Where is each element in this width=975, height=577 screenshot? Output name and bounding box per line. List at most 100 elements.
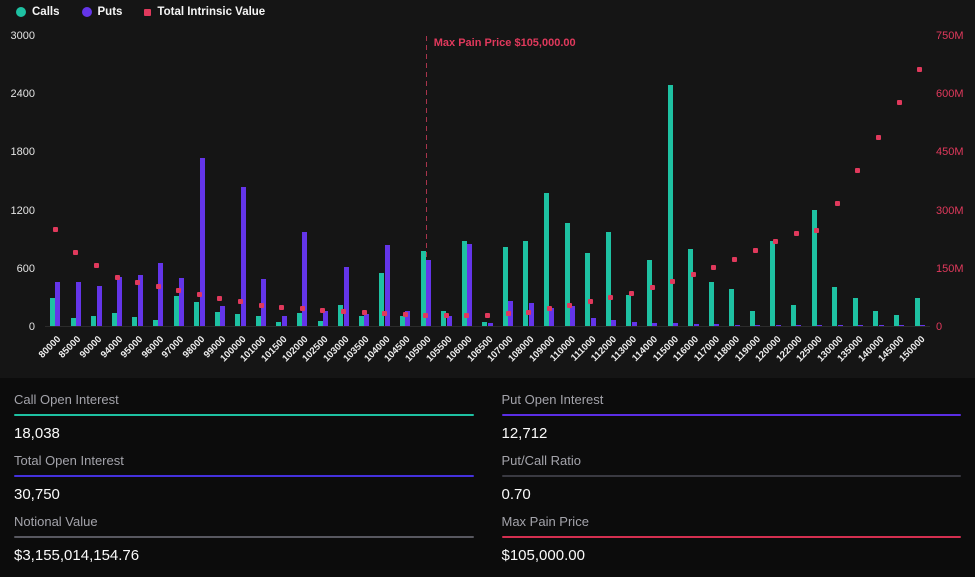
intrinsic-value-point	[732, 257, 737, 262]
intrinsic-value-point	[526, 310, 531, 315]
stat-total-open-interest: Total Open Interest30,750	[14, 453, 474, 503]
axis-tick: 2400	[11, 88, 35, 100]
strike-label: 90000	[78, 334, 104, 360]
axis-tick: 3000	[11, 30, 35, 42]
intrinsic-value-point	[753, 248, 758, 253]
intrinsic-value-point	[794, 231, 799, 236]
call-bar	[132, 317, 137, 326]
call-bar	[359, 316, 364, 326]
axis-tick: 750M	[936, 30, 964, 42]
legend-item-puts[interactable]: Puts	[82, 6, 123, 18]
right-y-axis: 0150M300M450M600M750M	[936, 36, 974, 327]
legend-item-calls[interactable]: Calls	[16, 6, 60, 18]
put-bar	[220, 306, 225, 326]
call-bar	[709, 282, 714, 326]
put-bar	[364, 314, 369, 326]
call-bar	[791, 305, 796, 326]
call-bar	[153, 320, 158, 326]
intrinsic-value-point	[464, 313, 469, 318]
intrinsic-value-point	[94, 263, 99, 268]
put-bar	[302, 232, 307, 326]
stat-max-pain-price: Max Pain Price$105,000.00	[502, 514, 962, 564]
axis-tick: 450M	[936, 146, 964, 158]
put-bar	[652, 323, 657, 326]
call-bar	[194, 302, 199, 326]
intrinsic-value-point	[588, 299, 593, 304]
x-axis-labels: 8000085000900009400095000960009700098000…	[45, 330, 930, 377]
intrinsic-value-point	[403, 312, 408, 317]
stat-accent-line	[14, 475, 474, 477]
put-bar	[55, 282, 60, 326]
call-bar	[174, 296, 179, 326]
put-bar	[323, 311, 328, 326]
intrinsic-value-point	[835, 201, 840, 206]
stat-value: $105,000.00	[502, 547, 962, 564]
put-bar	[97, 286, 102, 326]
stat-value: 0.70	[502, 486, 962, 503]
call-bar	[400, 316, 405, 326]
call-bar	[276, 322, 281, 326]
call-bar	[688, 249, 693, 326]
intrinsic-value-point	[135, 280, 140, 285]
put-bar	[591, 318, 596, 326]
axis-tick: 600M	[936, 88, 964, 100]
call-bar	[71, 318, 76, 326]
put-bar	[714, 324, 719, 326]
call-bar	[873, 311, 878, 326]
legend-item-total-intrinsic-value[interactable]: Total Intrinsic Value	[144, 6, 265, 18]
call-bar	[750, 311, 755, 326]
strike-label: 85000	[57, 334, 83, 360]
intrinsic-value-point	[115, 275, 120, 280]
put-bar	[200, 158, 205, 326]
intrinsic-value-point	[444, 313, 449, 318]
axis-tick: 0	[936, 321, 942, 333]
intrinsic-value-point	[917, 67, 922, 72]
call-bar	[894, 315, 899, 326]
put-bar	[76, 282, 81, 326]
intrinsic-value-point	[53, 227, 58, 232]
plot-area[interactable]: Max Pain Price $105,000.00	[45, 36, 930, 327]
strike-label: 96000	[140, 334, 166, 360]
strike-label: 98000	[181, 334, 207, 360]
intrinsic-value-point	[506, 311, 511, 316]
put-bar	[529, 303, 534, 326]
call-bar	[668, 85, 673, 326]
intrinsic-value-point	[567, 303, 572, 308]
intrinsic-value-point	[670, 279, 675, 284]
intrinsic-value-point	[259, 303, 264, 308]
stat-value: $3,155,014,154.76	[14, 547, 474, 564]
intrinsic-value-point	[176, 288, 181, 293]
intrinsic-value-point	[73, 250, 78, 255]
call-bar	[318, 321, 323, 326]
put-bar	[776, 325, 781, 326]
call-bar	[565, 223, 570, 326]
axis-tick: 600	[17, 263, 35, 275]
intrinsic-value-point	[362, 310, 367, 315]
call-bar	[50, 298, 55, 326]
max-pain-annotation: Max Pain Price $105,000.00	[434, 37, 576, 49]
strike-label: 97000	[160, 334, 186, 360]
put-bar	[158, 263, 163, 326]
intrinsic-value-point	[197, 292, 202, 297]
call-bar	[832, 287, 837, 326]
intrinsic-value-point	[156, 284, 161, 289]
stat-notional-value: Notional Value$3,155,014,154.76	[14, 514, 474, 564]
put-bar	[632, 322, 637, 326]
call-bar	[585, 253, 590, 326]
series-dot-icon	[82, 7, 92, 17]
axis-tick: 1200	[11, 205, 35, 217]
call-bar	[91, 316, 96, 326]
put-bar	[570, 306, 575, 326]
intrinsic-value-point	[629, 291, 634, 296]
intrinsic-value-point	[608, 295, 613, 300]
stat-accent-line	[14, 414, 474, 416]
call-bar	[379, 273, 384, 326]
intrinsic-value-point	[238, 299, 243, 304]
put-bar	[838, 325, 843, 326]
chart-panel: CallsPutsTotal Intrinsic Value 060012001…	[0, 0, 975, 378]
call-bar	[606, 232, 611, 326]
call-bar	[647, 260, 652, 326]
put-bar	[241, 187, 246, 326]
intrinsic-value-point	[341, 309, 346, 314]
stat-accent-line	[502, 475, 962, 477]
